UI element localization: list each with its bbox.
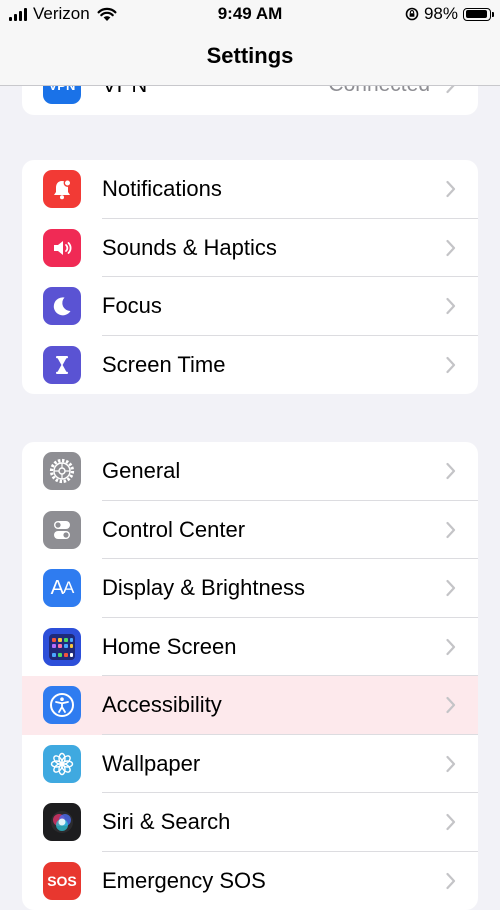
siri-icon xyxy=(43,803,81,841)
speaker-icon xyxy=(43,229,81,267)
chevron-right-icon xyxy=(446,356,456,373)
gear-icon xyxy=(43,452,81,490)
settings-row-siri-search[interactable]: Siri & Search xyxy=(22,793,478,852)
battery-percentage: 98% xyxy=(424,4,458,24)
accessibility-icon xyxy=(43,686,81,724)
chevron-right-icon xyxy=(446,521,456,538)
settings-group-notifications: Notifications Sounds & Haptics Focus xyxy=(22,160,478,394)
sos-icon: SOS xyxy=(43,862,81,900)
status-bar: Verizon 9:49 AM 98% xyxy=(0,0,500,28)
settings-row-wallpaper[interactable]: Wallpaper xyxy=(22,735,478,794)
chevron-right-icon xyxy=(446,298,456,315)
settings-row-control-center[interactable]: Control Center xyxy=(22,501,478,560)
toggles-icon xyxy=(43,511,81,549)
page-title: Settings xyxy=(0,43,500,69)
chevron-right-icon xyxy=(446,697,456,714)
rotation-lock-icon xyxy=(405,7,419,21)
chevron-right-icon xyxy=(446,239,456,256)
chevron-right-icon xyxy=(446,755,456,772)
settings-row-home-screen[interactable]: Home Screen xyxy=(22,618,478,677)
battery-icon xyxy=(463,8,491,21)
hourglass-icon xyxy=(43,346,81,384)
settings-group-general: General Control Center AA Display & Brig… xyxy=(22,442,478,910)
chevron-right-icon xyxy=(446,638,456,655)
settings-row-screen-time[interactable]: Screen Time xyxy=(22,336,478,395)
settings-row-focus[interactable]: Focus xyxy=(22,277,478,336)
flower-icon xyxy=(43,745,81,783)
moon-icon xyxy=(43,287,81,325)
chevron-right-icon xyxy=(446,463,456,480)
chevron-right-icon xyxy=(446,872,456,889)
app-grid-icon xyxy=(43,628,81,666)
chevron-right-icon xyxy=(446,580,456,597)
bell-icon xyxy=(43,170,81,208)
settings-row-emergency-sos[interactable]: SOS Emergency SOS xyxy=(22,852,478,910)
text-size-icon: AA xyxy=(43,569,81,607)
chevron-right-icon xyxy=(446,814,456,831)
chevron-right-icon xyxy=(446,181,456,198)
settings-row-accessibility[interactable]: Accessibility xyxy=(22,676,478,735)
settings-row-display-brightness[interactable]: AA Display & Brightness xyxy=(22,559,478,618)
settings-row-sounds-haptics[interactable]: Sounds & Haptics xyxy=(22,219,478,278)
settings-row-general[interactable]: General xyxy=(22,442,478,501)
navigation-bar: Settings xyxy=(0,28,500,86)
settings-row-notifications[interactable]: Notifications xyxy=(22,160,478,219)
